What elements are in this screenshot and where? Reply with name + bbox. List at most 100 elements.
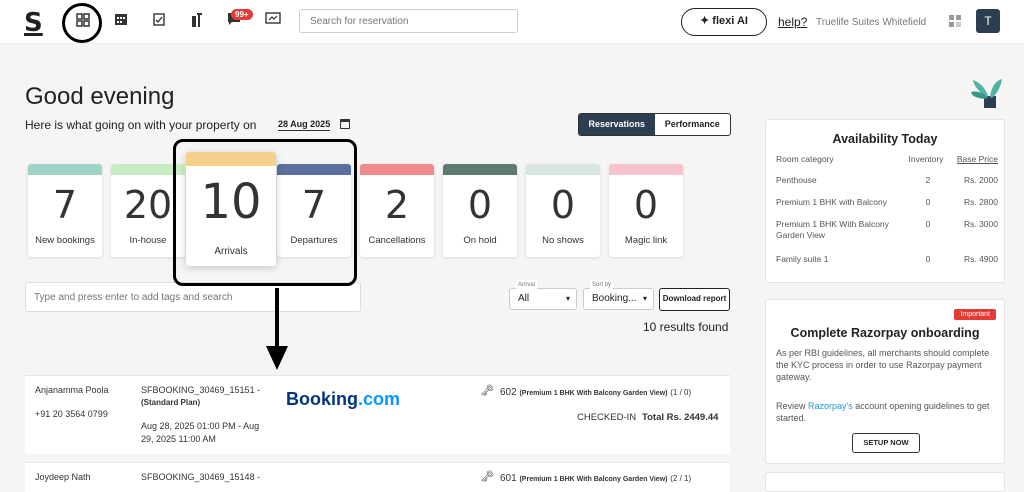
room-price: Rs. 4900 <box>963 254 998 264</box>
stat-card-no-shows[interactable]: 0 No shows <box>526 164 600 257</box>
dashboard-highlight-circle <box>62 3 102 43</box>
plant-illustration-icon <box>971 79 1002 108</box>
important-badge: Important <box>954 309 996 320</box>
razorpay-title: Complete Razorpay onboarding <box>790 326 980 340</box>
stat-color-bar <box>609 164 683 175</box>
room-info[interactable]: 601 (Premium 1 BHK With Balcony Garden V… <box>500 472 691 486</box>
room-inventory: 0 <box>925 254 931 264</box>
calendar-icon[interactable] <box>111 12 131 32</box>
stat-card-on-hold[interactable]: 0 On hold <box>443 164 517 257</box>
room-number: 602 <box>500 387 517 398</box>
room-info[interactable]: 602 (Premium 1 BHK With Balcony Garden V… <box>500 386 691 400</box>
stat-label: No shows <box>542 235 584 246</box>
housekeeping-icon[interactable] <box>187 12 207 32</box>
room-number: 601 <box>500 473 517 484</box>
key-icon: 🗝 <box>480 385 494 397</box>
arrivals-highlight-box <box>173 139 357 286</box>
razorpay-guidelines: Review Razorpay's account opening guidel… <box>776 400 998 424</box>
magic-wand-icon: ✦ <box>700 15 713 27</box>
header-base-price[interactable]: Base Price <box>957 154 998 165</box>
reservation-row[interactable]: Anjanamma Poola +91 20 3564 0799 SFBOOKI… <box>25 375 730 454</box>
notification-badge: 99+ <box>231 9 253 20</box>
occupancy: (2 / 1) <box>670 474 692 483</box>
occupancy: (1 / 0) <box>670 388 692 397</box>
razorpay-panel: Important Complete Razorpay onboarding A… <box>765 299 1005 464</box>
logo[interactable]: S <box>24 8 43 38</box>
availability-title: Availability Today <box>832 132 938 146</box>
room-price: Rs. 3000 <box>963 219 998 229</box>
user-avatar[interactable]: T <box>976 9 1000 33</box>
stat-value: 2 <box>384 183 410 227</box>
room-price: Rs. 2800 <box>963 197 998 207</box>
booking-logo-text: Booking <box>286 389 358 409</box>
date-picker[interactable]: 28 Aug 2025 <box>278 119 331 131</box>
stat-color-bar <box>360 164 434 175</box>
razorpay-guidelines-link[interactable]: Razorpay's <box>808 401 853 411</box>
booking-id[interactable]: SFBOOKING_30469_15148 - <box>141 471 260 484</box>
total-label: Total <box>642 412 664 423</box>
stat-card-cancellations[interactable]: 2 Cancellations <box>360 164 434 257</box>
room-category: Penthouse <box>776 175 817 185</box>
room-category: Family suite 1 <box>776 254 829 264</box>
guest-phone: +91 20 3564 0799 <box>35 409 108 419</box>
stat-label: On hold <box>463 235 497 246</box>
arrival-filter-value: All <box>518 293 530 304</box>
calendar-small-icon[interactable] <box>340 118 350 132</box>
property-name[interactable]: Truelife Suites Whitefield <box>816 17 926 28</box>
flexi-ai-label: flexi AI <box>712 15 748 27</box>
apps-icon[interactable] <box>949 15 961 27</box>
tab-performance[interactable]: Performance <box>655 114 731 135</box>
stat-color-bar <box>28 164 102 175</box>
razorpay-description: As per RBI guidelines, all merchants sho… <box>776 348 990 382</box>
stat-value: 0 <box>550 183 576 227</box>
checklist-icon[interactable] <box>149 12 169 32</box>
view-tabs: Reservations Performance <box>578 113 731 136</box>
chevron-down-icon: ▾ <box>642 294 647 303</box>
guest-name[interactable]: Joydeep Nath <box>35 471 91 484</box>
sort-by-value: Booking... <box>592 293 637 304</box>
setup-now-button[interactable]: SETUP NOW <box>852 433 920 453</box>
sort-by-select[interactable]: Sort by Booking... ▾ <box>583 280 654 310</box>
stat-value: 7 <box>52 183 78 227</box>
annotation-arrow-shaft <box>275 288 279 350</box>
tag-search-input[interactable] <box>25 282 361 312</box>
reservation-total: Total Rs. 2449.44 <box>642 411 718 424</box>
stat-card-new-bookings[interactable]: 7 New bookings <box>28 164 102 257</box>
guidelines-prefix: Review <box>776 401 809 411</box>
top-bar: S 99+ ✦ flexi AI help? Truelife Suites W… <box>0 0 1024 44</box>
next-panel <box>765 472 1005 492</box>
stat-value: 0 <box>467 183 493 227</box>
sort-by-label: Sort by <box>590 280 614 290</box>
header-inventory: Inventory <box>908 154 944 164</box>
room-price: Rs. 2000 <box>963 175 998 185</box>
flexi-ai-button[interactable]: ✦ flexi AI <box>681 8 767 36</box>
room-inventory: 0 <box>925 219 931 229</box>
stat-label: Magic link <box>624 235 668 246</box>
greeting-title: Good evening <box>25 83 175 110</box>
reports-icon[interactable] <box>263 12 283 32</box>
chevron-down-icon: ▾ <box>565 294 570 303</box>
booking-logo-suffix: .com <box>358 389 401 409</box>
arrival-filter-label: Arrival <box>516 280 538 290</box>
download-report-button[interactable]: Download report <box>659 288 730 311</box>
booking-plan: (Standard Plan) <box>141 398 201 407</box>
availability-panel: Availability Today Room category Invento… <box>765 119 1005 283</box>
header-room-category: Room category <box>776 154 834 164</box>
results-count: 10 results found <box>643 320 729 334</box>
room-category: Premium 1 BHK with Balcony <box>776 197 888 207</box>
stat-card-magic-link[interactable]: 0 Magic link <box>609 164 683 257</box>
room-inventory: 2 <box>925 175 931 185</box>
key-icon: 🗝 <box>480 471 494 483</box>
stat-color-bar <box>526 164 600 175</box>
stat-label: New bookings <box>35 235 95 246</box>
reservation-status: CHECKED-IN <box>577 412 637 423</box>
stat-label: Cancellations <box>368 235 426 246</box>
reservation-row[interactable]: Joydeep Nath SFBOOKING_30469_15148 - 🗝 6… <box>25 462 730 492</box>
room-category: Premium 1 BHK With Balcony Garden View <box>776 219 889 240</box>
help-link[interactable]: help? <box>778 15 807 29</box>
reservation-search-input[interactable] <box>299 9 518 33</box>
arrival-filter-select[interactable]: Arrival All ▾ <box>509 280 577 310</box>
stay-dates: Aug 28, 2025 01:00 PM - Aug 29, 2025 11:… <box>141 421 260 444</box>
tab-reservations[interactable]: Reservations <box>579 114 655 135</box>
guest-name[interactable]: Anjanamma Poola <box>35 384 109 397</box>
